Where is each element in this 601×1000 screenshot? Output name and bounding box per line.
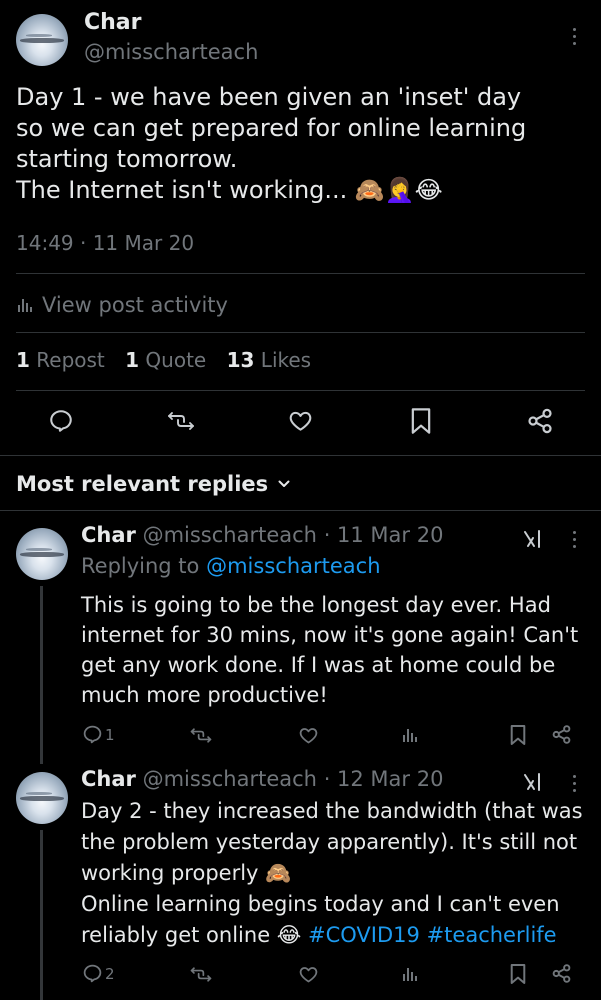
reply-text-line: reliably get online 😂 #COVID19 #teacherl… bbox=[81, 920, 583, 951]
author-avatar[interactable] bbox=[16, 14, 68, 66]
views-icon bbox=[16, 296, 34, 314]
reply-header: Char @misscharteach · 12 Mar 20 bbox=[81, 767, 443, 791]
reply-text: Day 2 - they increased the bandwidth (th… bbox=[81, 796, 583, 951]
reply-text-line: working properly 🙈 bbox=[81, 861, 292, 885]
tweet-text-line: so we can get prepared for online learni… bbox=[16, 114, 527, 142]
reply-count: 2 bbox=[105, 964, 115, 983]
bookmark-icon[interactable] bbox=[409, 407, 433, 435]
view-post-activity-label: View post activity bbox=[42, 293, 228, 317]
repost-icon[interactable] bbox=[167, 408, 195, 434]
reply-display-name[interactable]: Char bbox=[81, 523, 136, 547]
reply-icon bbox=[82, 724, 103, 745]
reply-text-line: the problem yesterday apparently). It's … bbox=[81, 830, 578, 854]
heart-icon[interactable] bbox=[298, 964, 319, 985]
quotes-stat[interactable]: 1 Quote bbox=[125, 348, 206, 372]
bookmark-icon[interactable] bbox=[509, 963, 527, 985]
reply-icon bbox=[82, 963, 103, 984]
share-icon[interactable] bbox=[551, 963, 572, 984]
bookmark-icon[interactable] bbox=[509, 724, 527, 746]
reply-handle[interactable]: @misscharteach bbox=[143, 523, 317, 547]
divider bbox=[0, 510, 601, 511]
reply-avatar[interactable] bbox=[16, 772, 68, 824]
divider bbox=[16, 273, 585, 274]
tweet-text-line: starting tomorrow. bbox=[16, 145, 238, 173]
reply-text-line: much more productive! bbox=[81, 683, 328, 707]
reply-date[interactable]: · 12 Mar 20 bbox=[324, 767, 444, 791]
heart-icon[interactable] bbox=[298, 725, 319, 746]
more-icon[interactable] bbox=[573, 28, 577, 49]
chevron-down-icon bbox=[277, 477, 291, 491]
replies-sort-selector[interactable]: Most relevant replies bbox=[16, 472, 291, 496]
reply-avatar[interactable] bbox=[16, 528, 68, 580]
heart-icon[interactable] bbox=[287, 408, 314, 434]
share-icon[interactable] bbox=[526, 407, 554, 435]
tweet-timestamp[interactable]: 14:49 · 11 Mar 20 bbox=[16, 231, 194, 255]
reply-icon[interactable] bbox=[48, 408, 74, 434]
grok-icon[interactable] bbox=[522, 528, 544, 550]
more-icon[interactable] bbox=[573, 775, 577, 796]
tweet-text-line: Day 1 - we have been given an 'inset' da… bbox=[16, 83, 522, 111]
thread-line bbox=[40, 586, 43, 764]
hashtag-teacherlife[interactable]: #teacherlife bbox=[427, 923, 557, 947]
reply-action[interactable]: 1 bbox=[82, 724, 115, 745]
reply-text: This is going to be the longest day ever… bbox=[81, 590, 578, 710]
grok-icon[interactable] bbox=[522, 771, 544, 793]
reply-text-line: get any work done. If I was at home coul… bbox=[81, 653, 556, 677]
thread-line bbox=[40, 830, 43, 1000]
replying-to-handle[interactable]: @misscharteach bbox=[206, 554, 380, 578]
views-icon[interactable] bbox=[401, 726, 419, 744]
divider bbox=[16, 332, 585, 333]
view-post-activity[interactable]: View post activity bbox=[16, 290, 228, 320]
reply-text-line: internet for 30 mins, now it's gone agai… bbox=[81, 623, 579, 647]
replying-to-label: Replying to bbox=[81, 554, 200, 578]
author-handle[interactable]: @misscharteach bbox=[84, 40, 258, 64]
reply-header: Char @misscharteach · 11 Mar 20 bbox=[81, 523, 443, 547]
reply-text-line: Day 2 - they increased the bandwidth (th… bbox=[81, 799, 583, 823]
repost-icon[interactable] bbox=[190, 964, 212, 985]
replies-sort-label: Most relevant replies bbox=[16, 472, 269, 496]
reply-text-line: Online learning begins today and I can't… bbox=[81, 892, 560, 916]
share-icon[interactable] bbox=[551, 724, 572, 745]
reply-count: 1 bbox=[105, 725, 115, 744]
replying-to: Replying to @misscharteach bbox=[81, 554, 381, 578]
tweet-text-line: The Internet isn't working... 🙈🤦‍♀️😂 bbox=[16, 176, 443, 204]
reply-text-line: This is going to be the longest day ever… bbox=[81, 593, 551, 617]
more-icon[interactable] bbox=[573, 531, 577, 552]
tweet-stats: 1 Repost 1 Quote 13 Likes bbox=[16, 348, 311, 372]
reply-text-segment: reliably get online 😂 bbox=[81, 923, 302, 947]
likes-stat[interactable]: 13 Likes bbox=[227, 348, 312, 372]
divider bbox=[16, 390, 585, 391]
divider bbox=[0, 455, 601, 456]
reply-date[interactable]: · 11 Mar 20 bbox=[324, 523, 444, 547]
views-icon[interactable] bbox=[401, 965, 419, 983]
reply-handle[interactable]: @misscharteach bbox=[143, 767, 317, 791]
reply-action[interactable]: 2 bbox=[82, 963, 115, 984]
reply-display-name[interactable]: Char bbox=[81, 767, 136, 791]
author-display-name[interactable]: Char bbox=[84, 10, 142, 35]
hashtag-covid19[interactable]: #COVID19 bbox=[308, 923, 420, 947]
tweet-text: Day 1 - we have been given an 'inset' da… bbox=[16, 82, 526, 206]
reposts-stat[interactable]: 1 Repost bbox=[16, 348, 105, 372]
repost-icon[interactable] bbox=[190, 725, 212, 746]
